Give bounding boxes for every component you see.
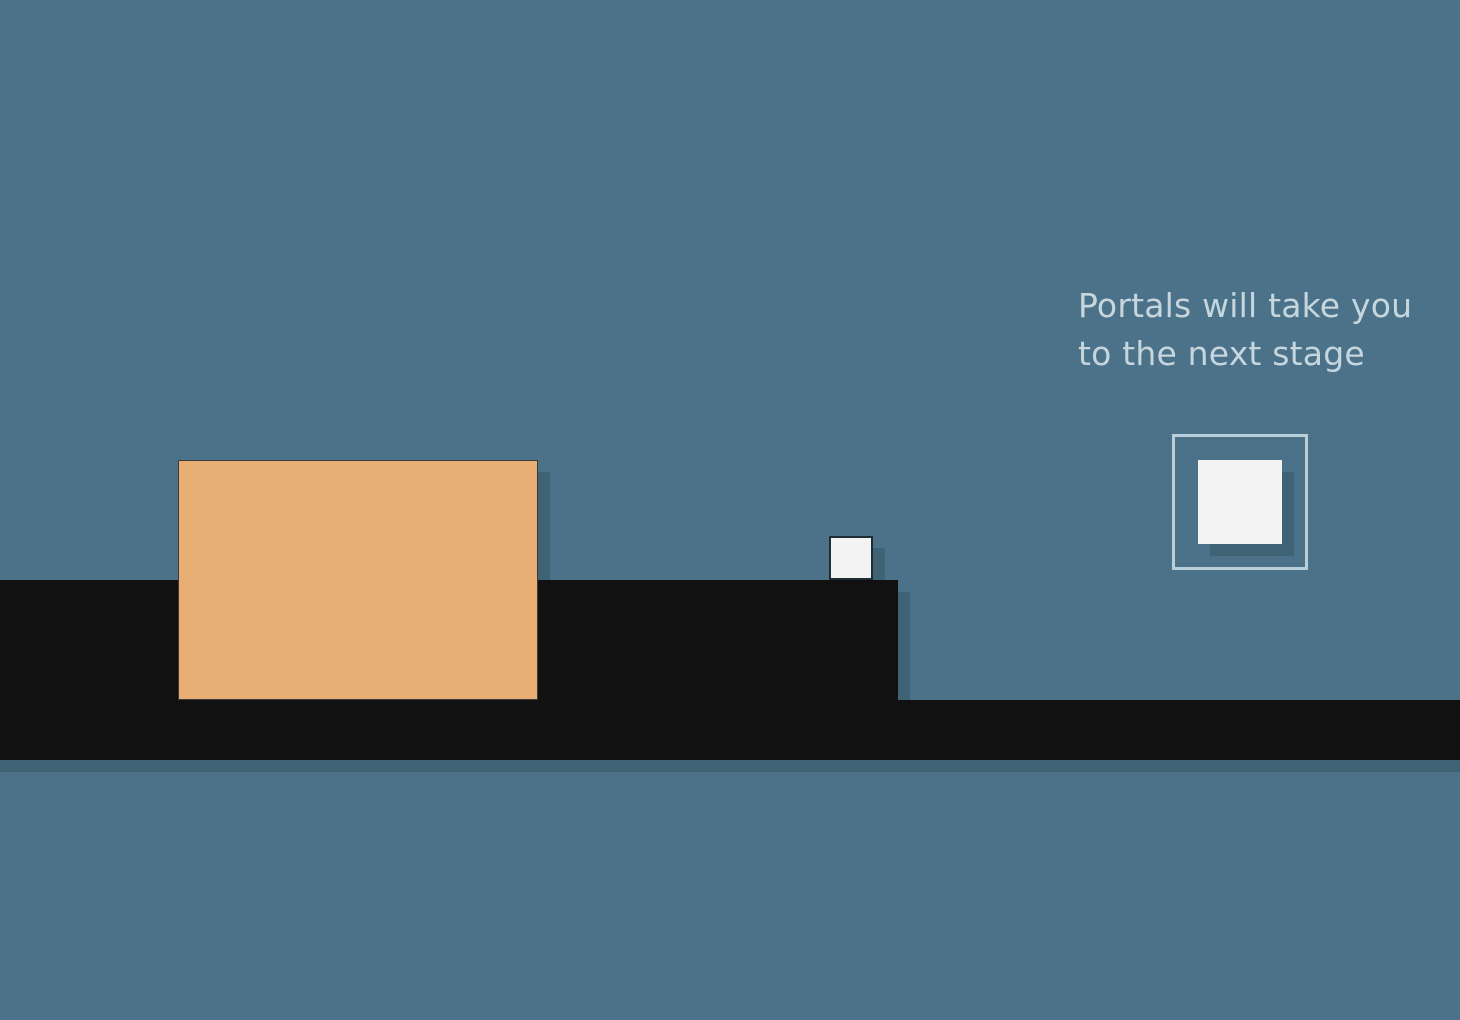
- game-stage: Portals will take you to the next stage: [0, 0, 1460, 1020]
- tutorial-hint: Portals will take you to the next stage: [1078, 282, 1448, 378]
- portal-core: [1198, 460, 1282, 544]
- hint-line-1: Portals will take you: [1078, 286, 1413, 325]
- hint-line-2: to the next stage: [1078, 334, 1365, 373]
- crate-block: [178, 460, 538, 700]
- ground-floor: [0, 700, 1460, 760]
- player-square: [829, 536, 873, 580]
